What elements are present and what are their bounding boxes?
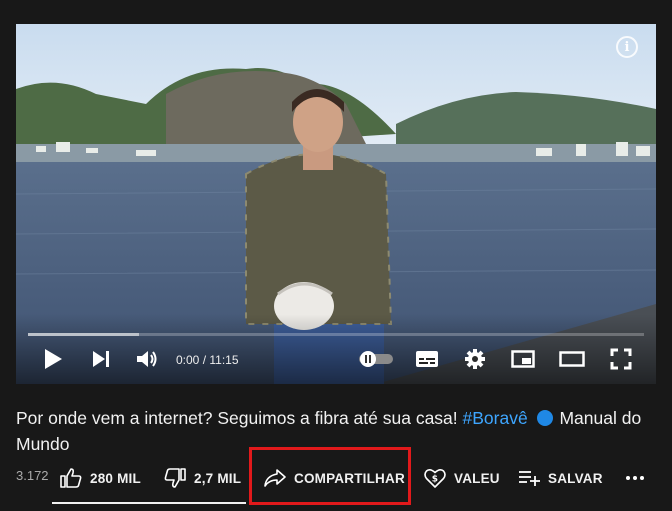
play-button[interactable] xyxy=(38,346,68,372)
autoplay-toggle-icon xyxy=(359,351,393,367)
playlist-add-icon xyxy=(519,471,540,486)
blue-circle-emoji xyxy=(536,410,553,426)
progress-buffered xyxy=(28,333,139,336)
dislike-count: 2,7 MIL xyxy=(194,470,242,486)
video-title-text: Por onde vem a internet? Seguimos a fibr… xyxy=(16,408,463,428)
theater-button[interactable] xyxy=(558,346,586,372)
svg-text:$: $ xyxy=(432,475,438,485)
miniplayer-icon xyxy=(511,350,535,368)
subtitles-button[interactable] xyxy=(414,346,440,372)
fullscreen-icon xyxy=(610,348,632,370)
save-button[interactable]: SALVAR xyxy=(518,464,603,492)
more-actions-button[interactable] xyxy=(626,464,652,492)
like-count: 280 MIL xyxy=(90,470,141,486)
video-player[interactable]: i 0:00 / 11:15 xyxy=(16,24,656,384)
like-button[interactable]: 280 MIL xyxy=(60,464,141,492)
settings-button[interactable] xyxy=(462,346,488,372)
subtitles-icon xyxy=(416,351,438,367)
miniplayer-button[interactable] xyxy=(510,346,536,372)
theater-icon xyxy=(559,351,585,367)
save-label: SALVAR xyxy=(548,470,603,486)
play-icon xyxy=(45,349,62,369)
heart-dollar-icon: $ xyxy=(424,469,446,488)
progress-bar[interactable] xyxy=(28,333,644,336)
more-horizontal-icon xyxy=(626,476,644,480)
volume-button[interactable] xyxy=(132,346,162,372)
time-display: 0:00 / 11:15 xyxy=(176,353,239,367)
thanks-label: VALEU xyxy=(454,470,500,486)
fullscreen-button[interactable] xyxy=(608,346,634,372)
like-dislike-ratio-bar xyxy=(52,502,246,504)
view-count: 3.172 xyxy=(16,468,49,483)
thumbs-down-icon xyxy=(164,468,186,488)
info-icon[interactable]: i xyxy=(616,36,638,58)
share-highlight-box xyxy=(249,447,411,505)
settings-icon xyxy=(465,349,485,369)
next-icon xyxy=(93,351,109,367)
volume-icon xyxy=(137,351,157,367)
thanks-button[interactable]: $ VALEU xyxy=(424,464,500,492)
next-button[interactable] xyxy=(86,346,116,372)
dislike-button[interactable]: 2,7 MIL xyxy=(164,464,241,492)
hashtag-link[interactable]: #Boravê xyxy=(463,408,528,428)
autoplay-toggle[interactable] xyxy=(358,346,394,372)
thumbs-up-icon xyxy=(60,468,82,488)
